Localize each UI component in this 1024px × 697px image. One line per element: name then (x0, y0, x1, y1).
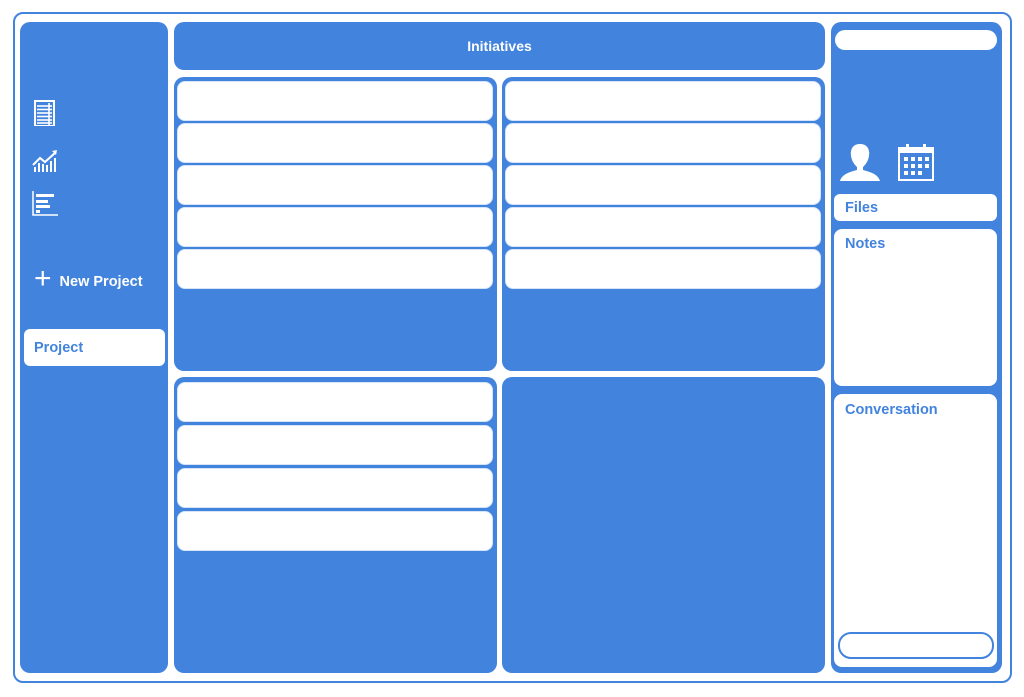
initiatives-panel-1 (174, 77, 497, 371)
list-item[interactable] (177, 511, 493, 551)
sidebar: + New Project Project (20, 22, 168, 673)
initiatives-panel-3 (174, 377, 497, 673)
list-item[interactable] (177, 249, 493, 289)
right-panel: Files Notes Conversation (831, 22, 1002, 673)
list-item[interactable] (177, 81, 493, 121)
new-project-label: New Project (59, 274, 143, 290)
search-input[interactable] (835, 30, 997, 50)
list-item[interactable] (505, 123, 821, 163)
plus-icon: + (34, 262, 52, 295)
list-item[interactable] (177, 165, 493, 205)
new-project-button[interactable]: + New Project (34, 262, 143, 295)
calendar-icon[interactable] (895, 142, 939, 182)
conversation-panel: Conversation (834, 394, 997, 667)
files-button[interactable]: Files (834, 194, 997, 221)
list-item[interactable] (505, 81, 821, 121)
initiatives-panel-2 (502, 77, 825, 371)
notes-title: Notes (845, 236, 886, 252)
notes-panel[interactable]: Notes (834, 229, 997, 386)
message-input[interactable] (838, 632, 994, 659)
list-item[interactable] (505, 249, 821, 289)
list-item[interactable] (177, 468, 493, 508)
sidebar-item-project[interactable]: Project (24, 329, 165, 366)
initiatives-panel-4 (502, 377, 825, 673)
bar-chart-icon[interactable] (32, 190, 58, 216)
list-item[interactable] (177, 207, 493, 247)
document-list-icon[interactable] (32, 100, 58, 126)
conversation-title: Conversation (845, 402, 938, 418)
list-item[interactable] (177, 425, 493, 465)
list-item[interactable] (505, 165, 821, 205)
list-item[interactable] (177, 382, 493, 422)
list-item[interactable] (505, 207, 821, 247)
list-item[interactable] (177, 123, 493, 163)
user-icon[interactable] (838, 142, 882, 182)
page-title: Initiatives (174, 22, 825, 70)
line-chart-icon[interactable] (32, 148, 58, 174)
